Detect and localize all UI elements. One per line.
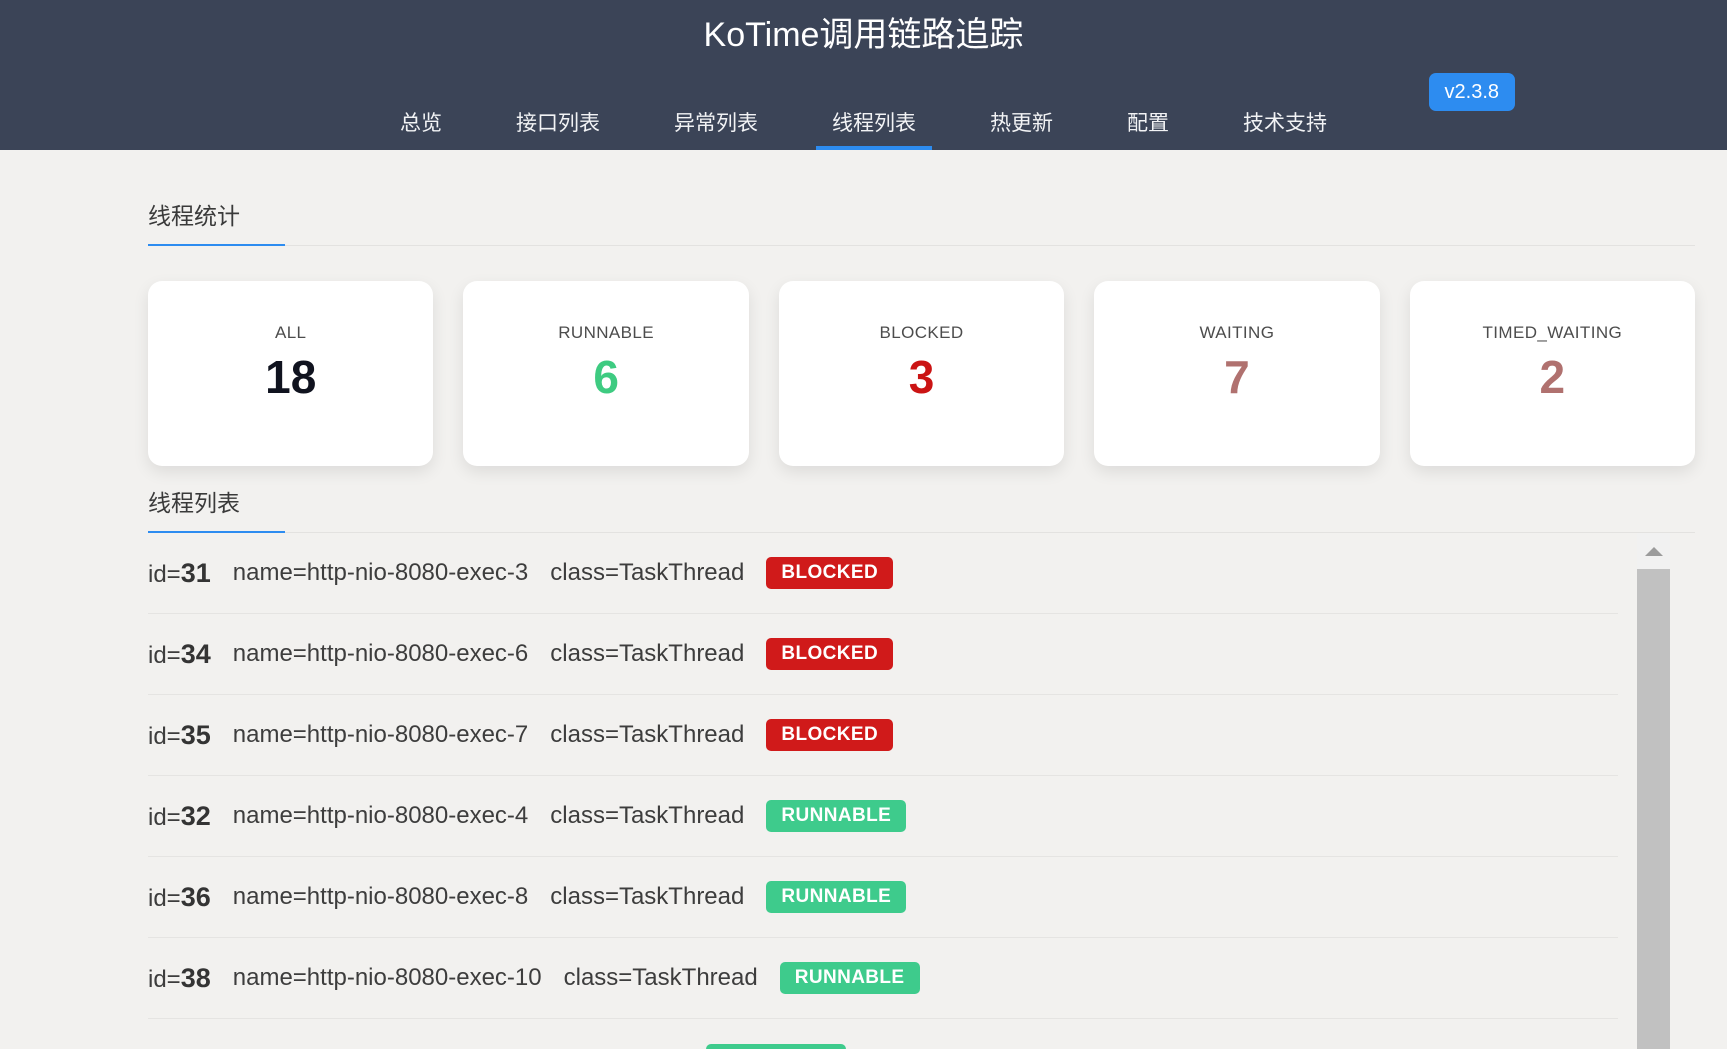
thread-state-badge: RUNNABLE: [706, 1044, 846, 1049]
thread-state-badge: RUNNABLE: [766, 800, 906, 832]
thread-id: id=35: [148, 720, 211, 751]
thread-list: id=31 name=http-nio-8080-exec-3 class=Task…: [148, 533, 1695, 1049]
thread-class: class=Thread: [540, 1046, 685, 1049]
thread-row: id=34 name=http-nio-8080-exec-6 class=Task…: [148, 614, 1618, 695]
thread-id: id=39: [148, 1044, 211, 1049]
thread-state-badge: RUNNABLE: [780, 962, 920, 994]
nav-item-support[interactable]: 技术支持: [1227, 102, 1343, 150]
stat-card-label: WAITING: [1199, 323, 1274, 343]
nav-item-hot-update[interactable]: 热更新: [974, 102, 1069, 150]
stat-card-value: 6: [593, 351, 619, 403]
thread-row: id=36 name=http-nio-8080-exec-8 class=Task…: [148, 857, 1618, 938]
thread-rows: id=31 name=http-nio-8080-exec-3 class=Task…: [148, 533, 1695, 1049]
scrollbar[interactable]: [1637, 533, 1670, 1049]
thread-id: id=36: [148, 882, 211, 913]
threads-section-title: 线程列表: [148, 484, 285, 533]
stats-section-title: 线程统计: [148, 197, 285, 246]
nav-item-overview[interactable]: 总览: [384, 102, 458, 150]
thread-row: id=35 name=http-nio-8080-exec-7 class=Task…: [148, 695, 1618, 776]
thread-class: class=TaskThread: [550, 721, 744, 749]
stat-card-label: TIMED_WAITING: [1483, 323, 1623, 343]
stat-card-runnable: RUNNABLE 6: [463, 281, 748, 466]
threads-section-header: 线程列表: [148, 484, 1695, 533]
chevron-up-icon: [1645, 547, 1663, 556]
stat-card-label: RUNNABLE: [558, 323, 654, 343]
thread-name: name=http-nio-8080-exec-4: [233, 802, 529, 830]
thread-state-badge: BLOCKED: [766, 719, 893, 751]
stat-card-value: 7: [1224, 351, 1250, 403]
thread-row: id=32 name=http-nio-8080-exec-4 class=Task…: [148, 776, 1618, 857]
thread-row: id=39 name=http-nio-8080-Poller class=Thre…: [148, 1019, 1618, 1049]
thread-id: id=38: [148, 963, 211, 994]
stat-card-waiting: WAITING 7: [1094, 281, 1379, 466]
scrollbar-thumb[interactable]: [1637, 569, 1670, 1049]
thread-name: name=http-nio-8080-exec-3: [233, 559, 529, 587]
thread-class: class=TaskThread: [550, 883, 744, 911]
thread-class: class=TaskThread: [564, 964, 758, 992]
thread-name: name=http-nio-8080-exec-7: [233, 721, 529, 749]
stat-card-label: BLOCKED: [879, 323, 963, 343]
stat-card-timed-waiting: TIMED_WAITING 2: [1410, 281, 1695, 466]
app-header: KoTime调用链路追踪 总览接口列表异常列表线程列表热更新配置技术支持 v2.…: [0, 0, 1727, 150]
nav-item-api-list[interactable]: 接口列表: [500, 102, 616, 150]
thread-class: class=TaskThread: [550, 559, 744, 587]
thread-class: class=TaskThread: [550, 640, 744, 668]
main-content: 线程统计 ALL 18 RUNNABLE 6 BLOCKED 3 WAITING 7 TIMED…: [0, 197, 1727, 1049]
nav-item-exception-list[interactable]: 异常列表: [658, 102, 774, 150]
stat-card-value: 18: [265, 351, 316, 403]
thread-name: name=http-nio-8080-exec-8: [233, 883, 529, 911]
page-title: KoTime调用链路追踪: [0, 0, 1727, 58]
thread-row: id=38 name=http-nio-8080-exec-10 class=Tas…: [148, 938, 1618, 1019]
nav-item-thread-list[interactable]: 线程列表: [816, 102, 932, 150]
thread-state-badge: BLOCKED: [766, 557, 893, 589]
nav-item-config[interactable]: 配置: [1111, 102, 1185, 150]
thread-name: name=http-nio-8080-exec-10: [233, 964, 542, 992]
thread-id: id=31: [148, 558, 211, 589]
thread-id: id=34: [148, 639, 211, 670]
thread-class: class=TaskThread: [550, 802, 744, 830]
version-badge: v2.3.8: [1429, 73, 1515, 111]
thread-name: name=http-nio-8080-exec-6: [233, 640, 529, 668]
thread-row: id=31 name=http-nio-8080-exec-3 class=Task…: [148, 533, 1618, 614]
stat-cards: ALL 18 RUNNABLE 6 BLOCKED 3 WAITING 7 TIMED_WAIT…: [148, 281, 1695, 466]
stat-card-label: ALL: [275, 323, 306, 343]
thread-state-badge: RUNNABLE: [766, 881, 906, 913]
stat-card-blocked: BLOCKED 3: [779, 281, 1064, 466]
stat-card-all: ALL 18: [148, 281, 433, 466]
stat-card-value: 2: [1540, 351, 1566, 403]
thread-state-badge: BLOCKED: [766, 638, 893, 670]
stat-card-value: 3: [909, 351, 935, 403]
thread-name: name=http-nio-8080-Poller: [233, 1046, 518, 1049]
scrollbar-up-button[interactable]: [1637, 533, 1670, 569]
thread-id: id=32: [148, 801, 211, 832]
stats-section-header: 线程统计: [148, 197, 1695, 246]
